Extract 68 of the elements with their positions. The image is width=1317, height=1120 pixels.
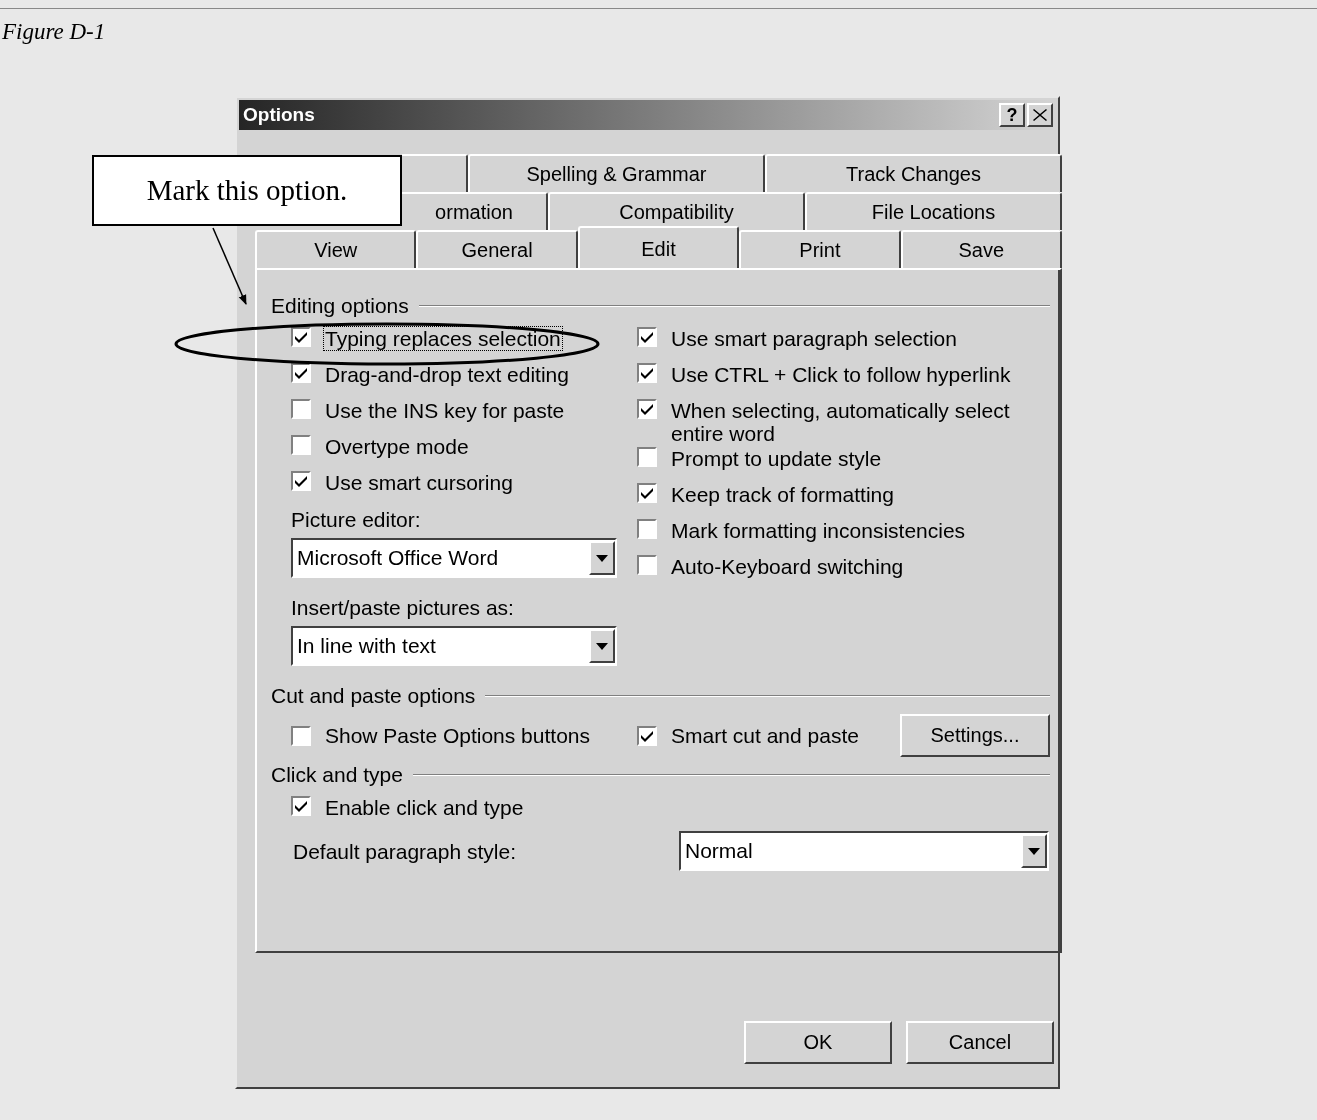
help-button[interactable]: ? bbox=[999, 103, 1025, 127]
tab[interactable]: Save bbox=[900, 230, 1063, 268]
dialog-button[interactable]: Cancel bbox=[906, 1021, 1054, 1064]
checkbox[interactable] bbox=[637, 363, 657, 383]
close-button[interactable] bbox=[1027, 103, 1053, 127]
checkbox-label[interactable]: Drag-and-drop text editing bbox=[323, 362, 571, 387]
checkbox[interactable] bbox=[291, 796, 311, 816]
figure-caption: Figure D-1 bbox=[2, 19, 107, 46]
checkbox-label[interactable]: Keep track of formatting bbox=[669, 482, 896, 507]
dialog-button[interactable]: OK bbox=[744, 1021, 892, 1064]
checkbox[interactable] bbox=[291, 327, 311, 347]
checkbox-label[interactable]: When selecting, automatically select entire word bbox=[669, 398, 1048, 446]
checkbox[interactable] bbox=[291, 471, 311, 491]
checkbox-label[interactable]: Auto-Keyboard switching bbox=[669, 554, 906, 579]
group-title: Editing options bbox=[271, 294, 409, 318]
check-icon bbox=[294, 800, 308, 812]
dropdown-field[interactable]: Microsoft Office Word bbox=[291, 538, 617, 578]
checkbox[interactable] bbox=[637, 327, 657, 347]
tab[interactable] bbox=[402, 154, 468, 192]
tab[interactable]: ormation bbox=[402, 192, 548, 230]
settings-button[interactable]: Settings... bbox=[900, 714, 1050, 757]
close-icon bbox=[1033, 109, 1047, 121]
tab[interactable]: Track Changes bbox=[765, 154, 1062, 192]
check-icon bbox=[640, 367, 654, 379]
checkbox[interactable] bbox=[637, 726, 657, 746]
group-title: Cut and paste options bbox=[271, 684, 476, 708]
field-label: Insert/paste pictures as: bbox=[291, 596, 515, 621]
checkbox-label[interactable]: Smart cut and paste bbox=[669, 723, 861, 748]
tab[interactable]: Edit bbox=[577, 226, 740, 268]
tab[interactable]: Compatibility bbox=[548, 192, 805, 230]
checkbox-label[interactable]: Mark formatting inconsistencies bbox=[669, 518, 968, 543]
checkbox-label[interactable]: Use CTRL + Click to follow hyperlink bbox=[669, 362, 1013, 387]
field-label: Default paragraph style: bbox=[292, 838, 517, 864]
check-icon bbox=[294, 331, 308, 343]
checkbox[interactable] bbox=[291, 399, 311, 419]
checkbox[interactable] bbox=[637, 447, 657, 467]
checkbox-label[interactable]: Prompt to update style bbox=[669, 446, 884, 471]
checkbox-label[interactable]: Use smart paragraph selection bbox=[669, 326, 959, 351]
checkbox[interactable] bbox=[637, 519, 657, 539]
check-icon bbox=[294, 367, 308, 379]
checkbox[interactable] bbox=[291, 435, 311, 455]
checkbox-label[interactable]: Overtype mode bbox=[323, 434, 471, 459]
checkbox-label[interactable]: Typing replaces selection bbox=[323, 326, 563, 351]
field-label: Picture editor: bbox=[291, 508, 422, 533]
checkbox-label[interactable]: Enable click and type bbox=[323, 795, 526, 820]
checkbox-label[interactable]: Use the INS key for paste bbox=[323, 398, 567, 423]
tab[interactable]: View bbox=[255, 230, 417, 268]
check-icon bbox=[640, 331, 654, 343]
dropdown-field[interactable]: In line with text bbox=[291, 626, 617, 666]
callout: Mark this option. bbox=[92, 155, 402, 226]
checkbox-label[interactable]: Show Paste Options buttons bbox=[323, 723, 592, 748]
checkbox[interactable] bbox=[637, 399, 657, 419]
tab[interactable]: File Locations bbox=[805, 192, 1062, 230]
dropdown-field[interactable]: Normal bbox=[679, 831, 1049, 871]
check-icon bbox=[640, 487, 654, 499]
window-title: Options bbox=[243, 104, 316, 126]
check-icon bbox=[294, 475, 308, 487]
checkbox[interactable] bbox=[637, 483, 657, 503]
check-icon bbox=[640, 730, 654, 742]
tab[interactable]: Print bbox=[739, 230, 901, 268]
checkbox[interactable] bbox=[291, 363, 311, 383]
tab[interactable]: Spelling & Grammar bbox=[468, 154, 765, 192]
group-title: Click and type bbox=[271, 763, 403, 787]
checkbox[interactable] bbox=[291, 726, 311, 746]
checkbox-label[interactable]: Use smart cursoring bbox=[323, 470, 515, 495]
checkbox[interactable] bbox=[637, 555, 657, 575]
tab[interactable]: General bbox=[416, 230, 578, 268]
check-icon bbox=[640, 403, 654, 415]
